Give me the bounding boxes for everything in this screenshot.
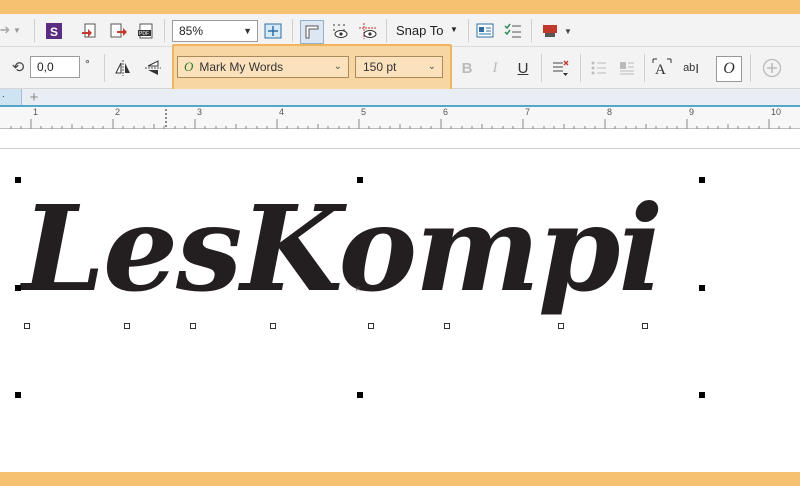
text-alignment-icon[interactable] — [549, 57, 571, 79]
underline-icon[interactable]: U — [512, 57, 534, 79]
selection-handle-top-right[interactable] — [699, 177, 705, 183]
svg-text:S: S — [50, 25, 58, 39]
opentype-icon[interactable]: O — [716, 56, 742, 82]
zoom-level-combo[interactable]: 85% ▼ — [172, 20, 258, 42]
artistic-text: LesKompi — [22, 179, 663, 318]
character-node[interactable] — [190, 323, 196, 329]
chevron-down-icon: ⌄ — [333, 61, 342, 72]
snap-to-button[interactable]: Snap To ▼ — [396, 23, 462, 39]
selection-handle-middle-left[interactable] — [15, 285, 21, 291]
publish-pdf-icon[interactable]: PDF — [136, 21, 156, 41]
svg-text:A: A — [655, 62, 666, 78]
character-node[interactable] — [558, 323, 564, 329]
selection-handle-bottom-right[interactable] — [699, 392, 705, 398]
ruler-label: 5 — [361, 107, 367, 117]
full-screen-preview-icon[interactable] — [263, 21, 283, 41]
character-node[interactable] — [642, 323, 648, 329]
selection-handle-bottom-left[interactable] — [15, 392, 21, 398]
font-name-value: Mark My Words — [199, 60, 284, 74]
ruler-label: 4 — [279, 107, 285, 117]
ruler-label: 8 — [607, 107, 613, 117]
selection-handle-top-left[interactable] — [15, 177, 21, 183]
page-border — [0, 148, 800, 149]
show-guidelines-icon[interactable] — [357, 21, 379, 41]
launch-options-icon[interactable] — [540, 21, 560, 41]
drop-cap-icon[interactable] — [616, 57, 638, 79]
ruler-label: 6 — [443, 107, 449, 117]
export-icon[interactable] — [108, 21, 128, 41]
ruler-label: 1 — [33, 107, 39, 117]
selection-handle-middle-right[interactable] — [699, 285, 705, 291]
document-tab-bar: . + — [0, 89, 800, 107]
ruler-label: 3 — [197, 107, 203, 117]
document-tab[interactable]: . — [0, 89, 22, 105]
standard-toolbar: ➜ ▼ S PDF 85% ▼ Snap To ▼ ▼ — [0, 14, 800, 47]
chevron-down-icon: ▼ — [450, 25, 458, 34]
snap-to-label: Snap To — [396, 23, 444, 38]
svg-text:PDF: PDF — [139, 31, 149, 37]
selection-handle-top-center[interactable] — [357, 177, 363, 183]
checklist-icon[interactable] — [503, 21, 523, 41]
mirror-horizontal-icon[interactable] — [112, 57, 134, 79]
rotation-angle-field[interactable]: 0,0 — [30, 56, 80, 78]
font-size-value: 150 pt — [363, 60, 397, 74]
frame-bottom — [0, 472, 800, 486]
character-node[interactable] — [368, 323, 374, 329]
ruler-label: 2 — [115, 107, 121, 117]
chevron-down-icon[interactable]: ▼ — [12, 22, 22, 38]
chevron-down-icon: ⌄ — [427, 61, 436, 72]
import-icon[interactable] — [80, 21, 100, 41]
app-launcher-icon[interactable]: S — [44, 21, 64, 41]
ruler-label: 9 — [689, 107, 695, 117]
chevron-down-icon[interactable]: ▼ — [563, 23, 573, 39]
italic-icon[interactable]: I — [484, 57, 506, 79]
add-icon[interactable] — [760, 56, 784, 80]
edit-text-icon[interactable]: ab I — [679, 57, 703, 79]
chevron-down-icon: ▼ — [243, 26, 252, 36]
rotation-degree-unit: ° — [85, 57, 90, 71]
rotate-icon: ⟲ — [11, 59, 25, 76]
add-document-icon[interactable]: + — [26, 89, 42, 106]
character-node[interactable] — [24, 323, 30, 329]
opentype-font-icon: O — [184, 59, 194, 74]
mirror-vertical-icon[interactable] — [142, 57, 164, 79]
frame-top — [0, 0, 800, 14]
ruler-label: 10 — [771, 107, 782, 117]
show-rulers-icon[interactable] — [300, 20, 324, 44]
bold-icon[interactable]: B — [456, 57, 478, 79]
center-marker-icon: × — [355, 283, 362, 295]
font-size-combo[interactable]: 150 pt ⌄ — [355, 56, 443, 78]
rotation-angle-value: 0,0 — [37, 60, 54, 74]
horizontal-ruler[interactable]: 1 2 3 4 5 6 7 8 9 10 — [0, 107, 800, 129]
ruler-label: 7 — [525, 107, 531, 117]
character-node[interactable] — [444, 323, 450, 329]
property-bar: ⟲ 0,0 ° O Mark My Words ⌄ 150 pt ⌄ B I U… — [0, 44, 800, 92]
artistic-text-object[interactable]: LesKompi — [18, 170, 708, 400]
show-grid-icon[interactable] — [330, 21, 350, 41]
selection-handle-bottom-center[interactable] — [357, 392, 363, 398]
text-properties-icon[interactable]: A — [651, 57, 673, 79]
welcome-screen-icon[interactable] — [475, 21, 495, 41]
character-node[interactable] — [124, 323, 130, 329]
arrow-right-icon[interactable]: ➜ — [0, 21, 10, 39]
bullet-list-icon[interactable] — [588, 57, 610, 79]
character-node[interactable] — [270, 323, 276, 329]
font-list-combo[interactable]: O Mark My Words ⌄ — [177, 56, 349, 78]
zoom-level-value: 85% — [179, 24, 204, 38]
